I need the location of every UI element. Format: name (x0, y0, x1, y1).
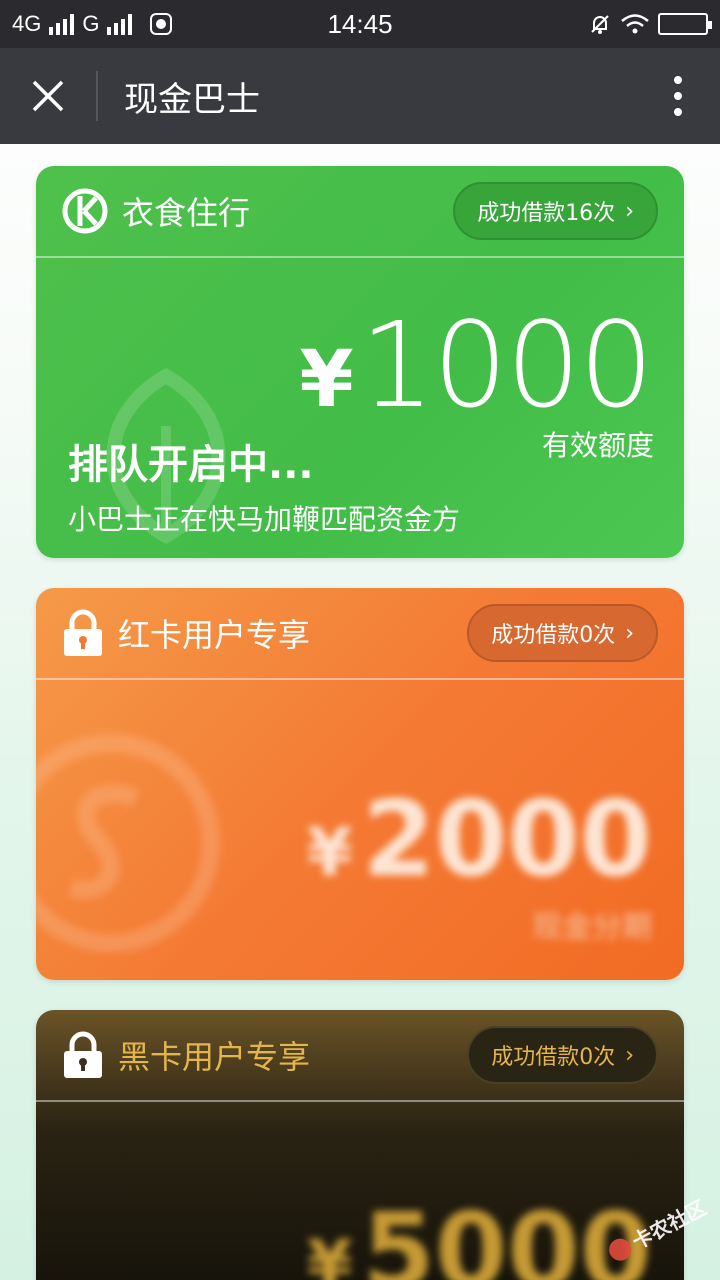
more-dot (674, 108, 682, 116)
wifi-icon (621, 14, 649, 34)
close-button[interactable] (0, 48, 96, 144)
more-menu-button[interactable] (666, 76, 690, 116)
network-type-4g: 4G (12, 11, 42, 36)
amount-value: 5000 (362, 1190, 652, 1280)
chevron-right-icon: › (625, 198, 634, 224)
card-header: 红卡用户专享 成功借款0次 › (36, 588, 684, 678)
lock-icon (64, 609, 102, 656)
chevron-right-icon: › (625, 1042, 634, 1068)
card-logo-icon (62, 188, 108, 234)
more-dot (674, 92, 682, 100)
chevron-right-icon: › (625, 620, 634, 646)
status-bar: 4G G 14:45 (0, 0, 720, 48)
close-icon (32, 80, 64, 112)
mute-icon (591, 15, 609, 34)
queue-status-detail: 小巴士正在快马加鞭匹配资金方 (68, 503, 461, 536)
credit-amount: ¥5000 (307, 1190, 652, 1280)
page-title: 现金巴士 (124, 79, 260, 120)
app-notification-icon (150, 13, 173, 35)
card-title: 衣食住行 (122, 194, 251, 232)
card-title: 红卡用户专享 (118, 616, 311, 654)
signal-icon-2 (107, 13, 133, 35)
currency-symbol: ¥ (306, 1226, 353, 1280)
credit-amount: ¥1000 (299, 296, 654, 434)
loan-count-label: 成功借款0次 (491, 1045, 616, 1070)
loan-card-black[interactable]: 黑卡用户专享 成功借款0次 › ¥5000 (36, 1010, 684, 1280)
loan-card-red[interactable]: 红卡用户专享 成功借款0次 › ¥2000 现金分期 (36, 588, 684, 980)
card-header: 衣食住行 成功借款16次 › (36, 166, 684, 256)
loan-count-button[interactable]: 成功借款16次 › (453, 182, 658, 240)
status-left: 4G G (12, 11, 173, 37)
currency-symbol: ¥ (299, 335, 353, 425)
loan-card-basic[interactable]: 衣食住行 成功借款16次 › ¥1000 有效额度 排队开启中... 小巴士正在… (36, 166, 684, 558)
coin-decoration-icon (36, 734, 220, 952)
card-title: 黑卡用户专享 (118, 1038, 311, 1076)
card-divider (36, 678, 684, 680)
loan-count-label: 成功借款16次 (477, 201, 616, 226)
battery-icon (658, 13, 712, 35)
status-right (588, 12, 712, 36)
lock-icon (64, 1031, 102, 1078)
signal-icon (49, 13, 75, 35)
queue-status: 排队开启中... (68, 442, 314, 488)
card-divider (36, 1100, 684, 1102)
credit-amount: ¥2000 (307, 778, 652, 900)
amount-label: 有效额度 (541, 429, 654, 462)
amount-value: 2000 (362, 778, 652, 900)
loan-count-button[interactable]: 成功借款0次 › (467, 1026, 658, 1084)
clock: 14:45 (327, 8, 393, 39)
nav-divider (96, 71, 98, 121)
card-header: 黑卡用户专享 成功借款0次 › (36, 1010, 684, 1100)
amount-label: 现金分期 (532, 910, 652, 945)
loan-count-label: 成功借款0次 (491, 623, 616, 648)
network-type-g: G (82, 11, 100, 36)
more-dot (674, 76, 682, 84)
card-divider (36, 256, 684, 258)
nav-bar: 现金巴士 (0, 48, 720, 144)
loan-count-button[interactable]: 成功借款0次 › (467, 604, 658, 662)
amount-value: 1000 (359, 296, 654, 434)
currency-symbol: ¥ (306, 814, 353, 891)
